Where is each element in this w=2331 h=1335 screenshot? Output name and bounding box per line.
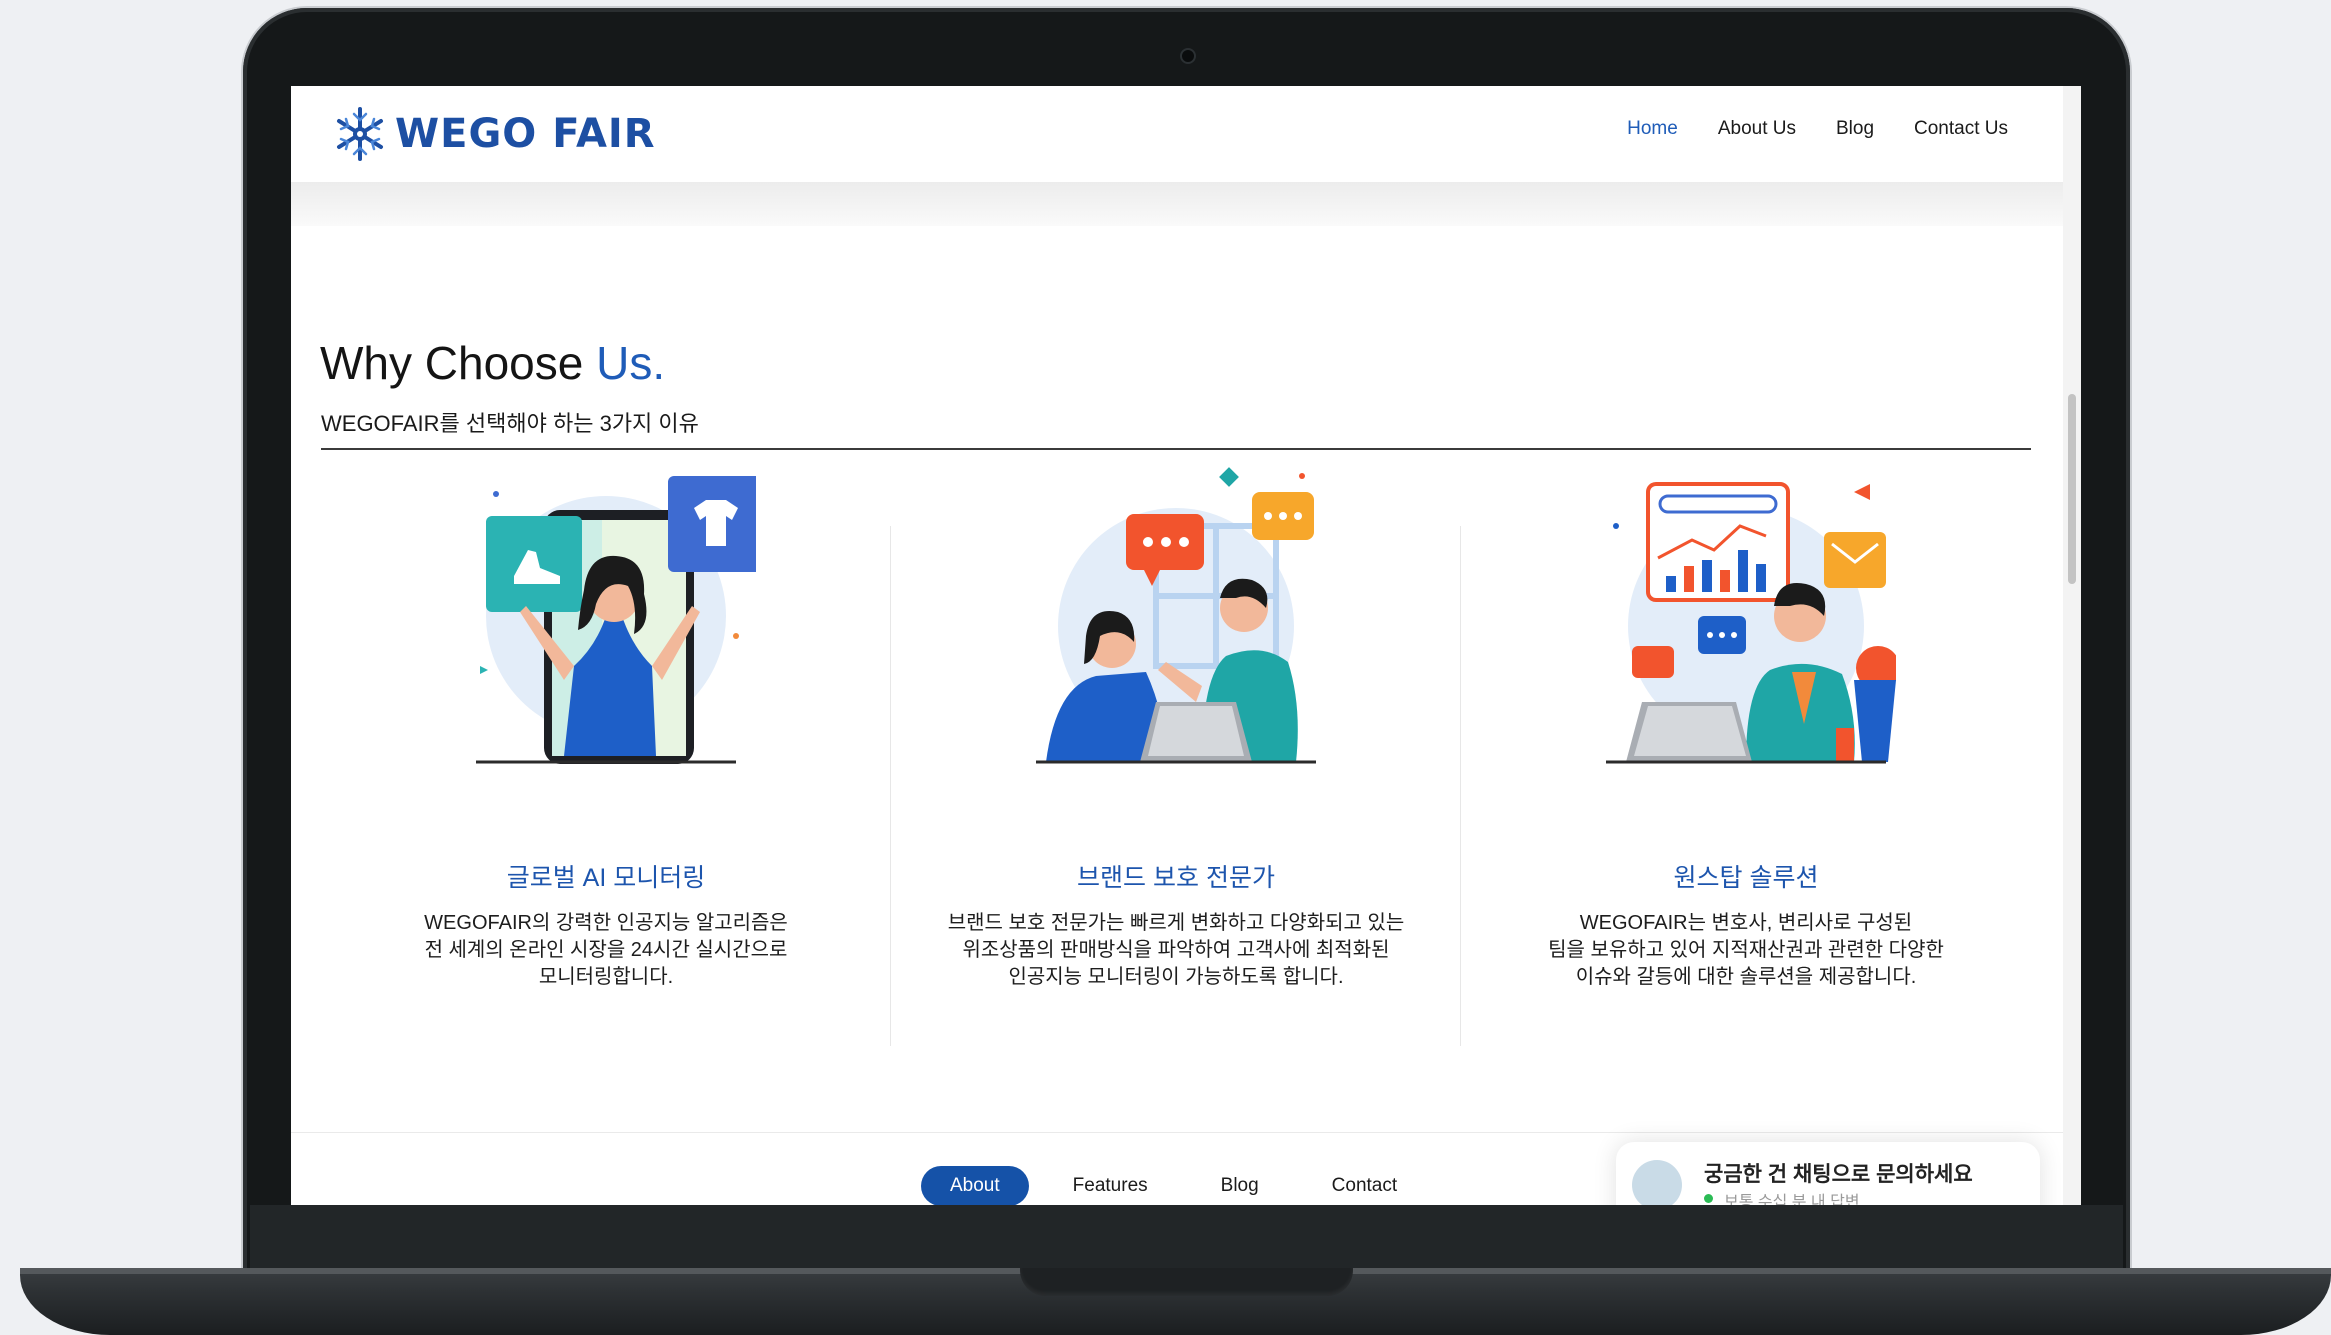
floating-section-nav: About Features Blog Contact <box>921 1164 1470 1205</box>
feature-description-line: WEGOFAIR는 변호사, 변리사로 구성된 <box>1579 912 1913 934</box>
feature-card: 브랜드 보호 전문가 브랜드 보호 전문가는 빠르게 변화하고 다양화되고 있는… <box>896 466 1456 1106</box>
camera-icon <box>1180 48 1196 64</box>
feature-title: 글로벌 AI 모니터링 <box>506 864 706 892</box>
one-stop-solution-illustration <box>1606 482 1896 764</box>
feature-description-line: 브랜드 보호 전문가는 빠르게 변화하고 다양화되고 있는 <box>947 912 1405 934</box>
feature-description-line: 팀을 보유하고 있어 지적재산권과 관련한 다양한 <box>1548 939 1944 961</box>
feature-description-line: 위조상품의 판매방식을 파악하여 고객사에 최적화된 <box>962 939 1390 961</box>
chat-bot-avatar-icon <box>1632 1160 1682 1205</box>
logo[interactable]: WEGO FAIR <box>335 104 656 164</box>
online-status-icon <box>1704 1194 1713 1203</box>
column-divider <box>890 526 891 1046</box>
feature-description-line: 모니터링합니다. <box>538 966 674 988</box>
feature-card: 원스탑 솔루션 WEGOFAIR는 변호사, 변리사로 구성된 팀을 보유하고 … <box>1466 466 2026 1106</box>
ai-monitoring-illustration <box>476 476 756 764</box>
header-shadow <box>291 182 2063 226</box>
footer-divider <box>291 1132 2063 1133</box>
nav-contact-us[interactable]: Contact Us <box>1914 118 2008 140</box>
feature-title: 원스탑 솔루션 <box>1673 864 1819 892</box>
feature-title: 브랜드 보호 전문가 <box>1077 864 1275 892</box>
feature-description: 브랜드 보호 전문가는 빠르게 변화하고 다양화되고 있는 위조상품의 판매방식… <box>896 910 1456 991</box>
laptop-chin <box>250 1205 2123 1275</box>
main-nav: Home About Us Blog Contact Us <box>1627 118 2008 140</box>
bottom-nav-contact[interactable]: Contact <box>1332 1175 1397 1197</box>
feature-description: WEGOFAIR의 강력한 인공지능 알고리즘은 전 세계의 온라인 시장을 2… <box>326 910 886 991</box>
feature-description-line: 전 세계의 온라인 시장을 24시간 실시간으로 <box>424 939 788 961</box>
section-divider <box>321 448 2031 450</box>
feature-description-line: 이슈와 갈등에 대한 솔루션을 제공합니다. <box>1575 966 1917 988</box>
column-divider <box>1460 526 1461 1046</box>
feature-description: WEGOFAIR는 변호사, 변리사로 구성된 팀을 보유하고 있어 지적재산권… <box>1466 910 2026 991</box>
section-title-main: Why Choose <box>320 337 597 389</box>
chat-widget[interactable]: 궁금한 건 채팅으로 문의하세요 보통 수십 분 내 답변 <box>1616 1142 2040 1205</box>
chat-subtitle: 보통 수십 분 내 답변 <box>1724 1194 1860 1205</box>
feature-description-line: WEGOFAIR의 강력한 인공지능 알고리즘은 <box>424 912 788 934</box>
laptop-notch <box>1020 1268 1353 1296</box>
nav-blog[interactable]: Blog <box>1836 118 1874 140</box>
snowflake-logo-icon <box>337 107 383 161</box>
bottom-nav-about[interactable]: About <box>921 1166 1029 1205</box>
why-choose-section: Why Choose Us. WEGOFAIR를 선택해야 하는 3가지 이유 <box>291 226 2063 1205</box>
bottom-nav-blog[interactable]: Blog <box>1221 1175 1259 1197</box>
section-subtitle: WEGOFAIR를 선택해야 하는 3가지 이유 <box>321 411 699 436</box>
logo-wordmark: WEGO FAIR <box>395 111 656 157</box>
section-title: Why Choose Us. <box>320 336 665 390</box>
bottom-nav-features[interactable]: Features <box>1073 1175 1148 1197</box>
chat-title: 궁금한 건 채팅으로 문의하세요 <box>1704 1163 1973 1186</box>
scrollbar-thumb[interactable] <box>2068 394 2076 584</box>
site-header: WEGO FAIR Home About Us Blog Contact Us <box>291 86 2063 182</box>
feature-description-line: 인공지능 모니터링이 가능하도록 합니다. <box>1008 966 1344 988</box>
feature-card: 글로벌 AI 모니터링 WEGOFAIR의 강력한 인공지능 알고리즘은 전 세… <box>326 466 886 1106</box>
scrollbar[interactable] <box>2063 86 2081 1205</box>
brand-protection-illustration <box>1036 467 1316 764</box>
nav-home[interactable]: Home <box>1627 118 1678 140</box>
section-title-accent: Us. <box>596 337 666 389</box>
nav-about-us[interactable]: About Us <box>1718 118 1796 140</box>
browser-viewport: WEGO FAIR Home About Us Blog Contact Us … <box>291 86 2081 1205</box>
